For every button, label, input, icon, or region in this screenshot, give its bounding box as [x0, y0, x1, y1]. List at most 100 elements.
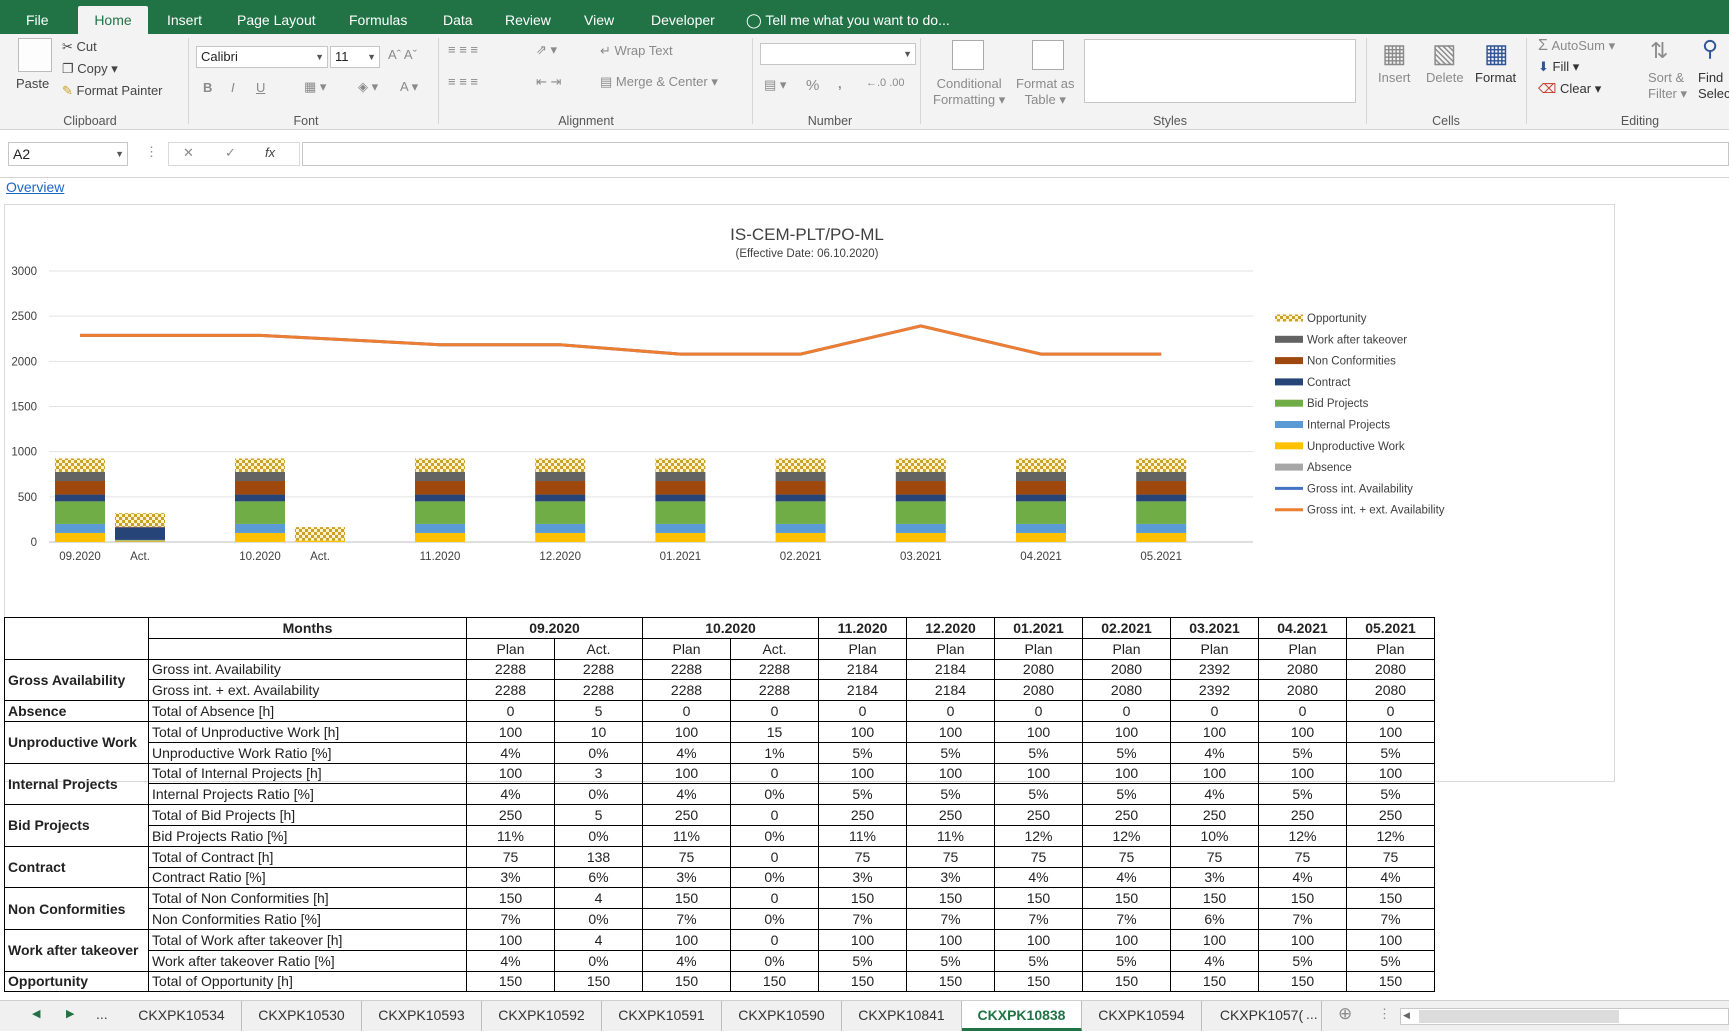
value-cell[interactable]: 150: [642, 970, 731, 993]
row-label-cell[interactable]: Total of Absence [h]: [148, 700, 467, 722]
bold-button[interactable]: B: [203, 80, 212, 95]
value-cell[interactable]: 150: [1170, 887, 1259, 910]
value-cell[interactable]: 250: [642, 804, 731, 826]
grow-font-icon[interactable]: Aˆ Aˇ: [388, 47, 417, 62]
value-cell[interactable]: 5%: [994, 949, 1083, 972]
row-label-cell[interactable]: Non Conformities Ratio [%]: [148, 908, 467, 930]
borders-icon[interactable]: ▦ ▾: [304, 79, 326, 95]
plan-act-header[interactable]: Plan: [1346, 637, 1435, 660]
cut-button[interactable]: ✂ Cut: [62, 39, 97, 55]
category-cell[interactable]: Bid Projects: [4, 804, 149, 847]
value-cell[interactable]: 100: [906, 762, 995, 785]
value-cell[interactable]: 0: [730, 700, 819, 722]
value-cell[interactable]: 150: [818, 970, 907, 993]
value-cell[interactable]: 0: [1082, 700, 1171, 722]
month-header[interactable]: 11.2020: [818, 617, 907, 639]
value-cell[interactable]: 2184: [818, 679, 907, 702]
row-label-cell[interactable]: Total of Bid Projects [h]: [148, 804, 467, 826]
sheet-tab[interactable]: CKXPK10590: [722, 1001, 842, 1031]
find-select-button[interactable]: Find Selec: [1698, 70, 1729, 102]
value-cell[interactable]: 150: [642, 887, 731, 910]
value-cell[interactable]: 5%: [1082, 949, 1171, 972]
value-cell[interactable]: 100: [642, 762, 731, 785]
value-cell[interactable]: 75: [1082, 845, 1171, 868]
tab-insert[interactable]: Insert: [167, 6, 202, 34]
value-cell[interactable]: 12%: [1258, 824, 1347, 847]
value-cell[interactable]: 100: [818, 928, 907, 951]
value-cell[interactable]: 7%: [1346, 908, 1435, 930]
value-cell[interactable]: 2184: [906, 679, 995, 702]
row-label-cell[interactable]: Gross int. Availability: [148, 658, 467, 681]
comma-button[interactable]: ,: [838, 76, 842, 91]
value-cell[interactable]: 5%: [818, 741, 907, 764]
value-cell[interactable]: 5%: [1346, 949, 1435, 972]
value-cell[interactable]: 75: [1258, 845, 1347, 868]
value-cell[interactable]: 250: [994, 804, 1083, 826]
tab-review[interactable]: Review: [505, 6, 551, 34]
value-cell[interactable]: 4%: [466, 949, 555, 972]
value-cell[interactable]: 100: [906, 928, 995, 951]
horizontal-scrollbar[interactable]: ◀: [1400, 1008, 1729, 1025]
value-cell[interactable]: 7%: [906, 908, 995, 930]
category-cell[interactable]: Internal Projects: [4, 762, 149, 806]
month-header[interactable]: 04.2021: [1258, 617, 1347, 639]
value-cell[interactable]: 5%: [1082, 741, 1171, 764]
value-cell[interactable]: 250: [1346, 804, 1435, 826]
value-cell[interactable]: 7%: [1258, 908, 1347, 930]
plan-act-header[interactable]: Plan: [1258, 637, 1347, 660]
value-cell[interactable]: 100: [1170, 720, 1259, 743]
merge-center-button[interactable]: ▤ Merge & Center ▾: [600, 74, 718, 90]
wrap-text-button[interactable]: ↵ Wrap Text: [600, 43, 673, 59]
value-cell[interactable]: 10: [554, 720, 643, 743]
value-cell[interactable]: 150: [1258, 970, 1347, 993]
row-label-cell[interactable]: Total of Internal Projects [h]: [148, 762, 467, 785]
cell-styles-gallery[interactable]: [1084, 39, 1356, 103]
value-cell[interactable]: 100: [818, 762, 907, 785]
value-cell[interactable]: 100: [994, 928, 1083, 951]
value-cell[interactable]: 4%: [1258, 866, 1347, 889]
value-cell[interactable]: 250: [906, 804, 995, 826]
value-cell[interactable]: 0: [906, 700, 995, 722]
autosum-button[interactable]: Σ AutoSum ▾: [1538, 37, 1615, 55]
format-as-table-button[interactable]: Format as Table ▾: [1016, 76, 1075, 108]
value-cell[interactable]: 100: [1082, 720, 1171, 743]
fill-color-icon[interactable]: ◈ ▾: [358, 79, 378, 95]
cancel-icon[interactable]: ✕: [183, 145, 194, 161]
tell-me-box[interactable]: ◯ Tell me what you want to do...: [746, 6, 950, 34]
value-cell[interactable]: 2080: [1258, 679, 1347, 702]
value-cell[interactable]: 100: [994, 720, 1083, 743]
value-cell[interactable]: 138: [554, 845, 643, 868]
font-name-select[interactable]: Calibri ▼: [196, 46, 328, 68]
value-cell[interactable]: 2288: [466, 658, 555, 681]
tab-page-layout[interactable]: Page Layout: [237, 6, 316, 34]
month-header[interactable]: 03.2021: [1170, 617, 1259, 639]
value-cell[interactable]: 0%: [730, 908, 819, 930]
enter-icon[interactable]: ✓: [225, 145, 236, 161]
scrollbar-thumb[interactable]: [1419, 1010, 1619, 1023]
decimal-icon[interactable]: ←.0 .00: [866, 77, 905, 89]
tab-formulas[interactable]: Formulas: [349, 6, 407, 34]
value-cell[interactable]: 2080: [1346, 679, 1435, 702]
formula-input[interactable]: [302, 142, 1729, 166]
row-label-cell[interactable]: Total of Unproductive Work [h]: [148, 720, 467, 743]
value-cell[interactable]: 0: [818, 700, 907, 722]
value-cell[interactable]: 0%: [554, 824, 643, 847]
value-cell[interactable]: 2288: [554, 658, 643, 681]
value-cell[interactable]: 0: [730, 887, 819, 910]
value-cell[interactable]: 150: [730, 970, 819, 993]
value-cell[interactable]: 100: [1170, 762, 1259, 785]
value-cell[interactable]: 250: [1082, 804, 1171, 826]
value-cell[interactable]: 150: [466, 887, 555, 910]
value-cell[interactable]: 100: [1346, 762, 1435, 785]
insert-cells-button[interactable]: Insert: [1378, 70, 1411, 85]
value-cell[interactable]: 100: [906, 720, 995, 743]
value-cell[interactable]: 4%: [1170, 783, 1259, 806]
value-cell[interactable]: 0%: [554, 783, 643, 806]
value-cell[interactable]: 5%: [1082, 783, 1171, 806]
row-label-cell[interactable]: Internal Projects Ratio [%]: [148, 783, 467, 806]
value-cell[interactable]: 2288: [554, 679, 643, 702]
plan-act-header[interactable]: Plan: [1082, 637, 1171, 660]
value-cell[interactable]: 0%: [554, 741, 643, 764]
conditional-formatting-button[interactable]: Conditional Formatting ▾: [933, 76, 1005, 108]
category-cell[interactable]: Unproductive Work: [4, 720, 149, 764]
